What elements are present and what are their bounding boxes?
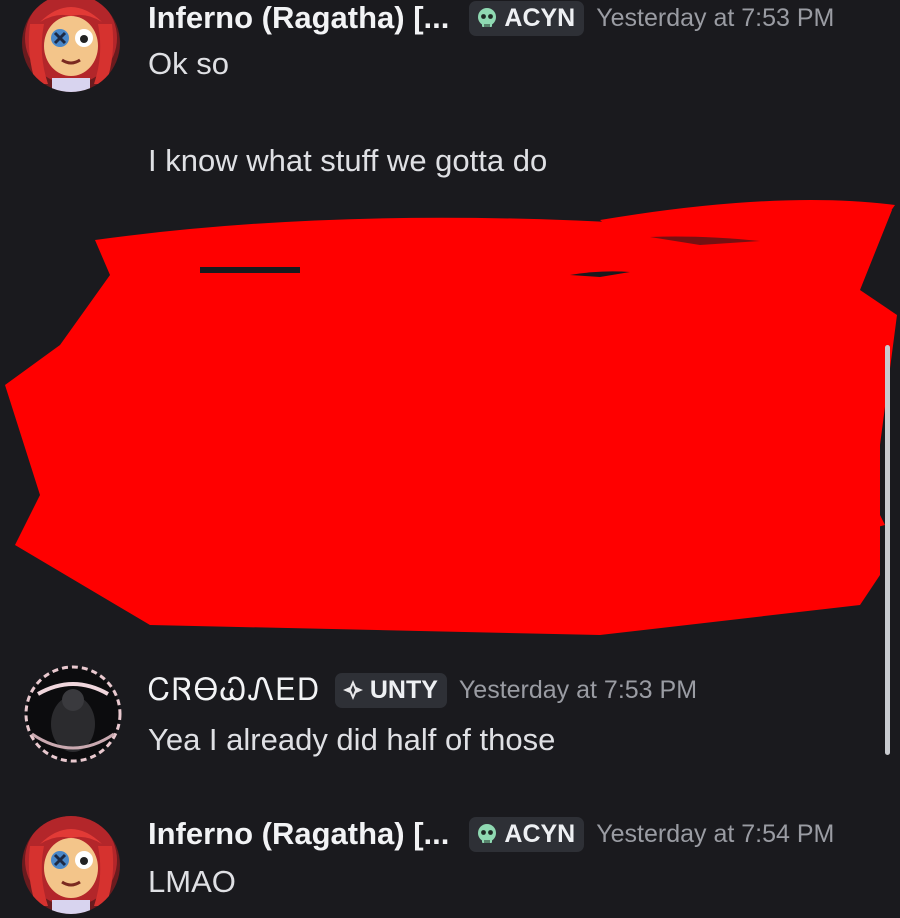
- message-header: Inferno (Ragatha) [... ACYN Yesterday at…: [148, 814, 834, 854]
- skull-icon: [478, 8, 497, 27]
- avatar-inferno[interactable]: [22, 0, 120, 92]
- username[interactable]: ᏟᏒᎾᏇᏁᎬᎠ: [148, 672, 321, 709]
- message-line: Yea I already did half of those: [148, 722, 556, 757]
- dark-figure-avatar-icon: [24, 665, 122, 763]
- ragatha-avatar-icon: [22, 0, 120, 92]
- scrollbar[interactable]: [885, 345, 890, 755]
- redaction-scribble: [5, 200, 897, 635]
- guild-tag[interactable]: ACYN: [469, 816, 585, 852]
- guild-tag-label: UNTY: [369, 675, 438, 704]
- ragatha-avatar-icon: [22, 816, 120, 914]
- message-line: Ok so: [148, 46, 229, 81]
- username[interactable]: Inferno (Ragatha) [...: [148, 816, 449, 852]
- skull-icon: [478, 824, 497, 843]
- timestamp[interactable]: Yesterday at 7:53 PM: [596, 4, 834, 33]
- guild-tag-label: ACYN: [504, 819, 576, 848]
- guild-tag-label: ACYN: [504, 3, 576, 32]
- message-header: Inferno (Ragatha) [... ACYN Yesterday at…: [148, 0, 834, 36]
- avatar-crowned[interactable]: [18, 664, 128, 764]
- timestamp[interactable]: Yesterday at 7:54 PM: [596, 820, 834, 849]
- diamond-cross-icon: [342, 680, 363, 700]
- message-line: LMAO: [148, 864, 236, 899]
- message-line: I know what stuff we gotta do: [148, 143, 548, 178]
- username[interactable]: Inferno (Ragatha) [...: [148, 0, 449, 36]
- avatar-inferno[interactable]: [22, 816, 120, 914]
- timestamp[interactable]: Yesterday at 7:53 PM: [459, 676, 697, 705]
- guild-tag[interactable]: ACYN: [469, 0, 585, 36]
- message-header: ᏟᏒᎾᏇᏁᎬᎠ UNTY Yesterday at 7:53 PM: [148, 670, 697, 710]
- guild-tag[interactable]: UNTY: [334, 672, 447, 708]
